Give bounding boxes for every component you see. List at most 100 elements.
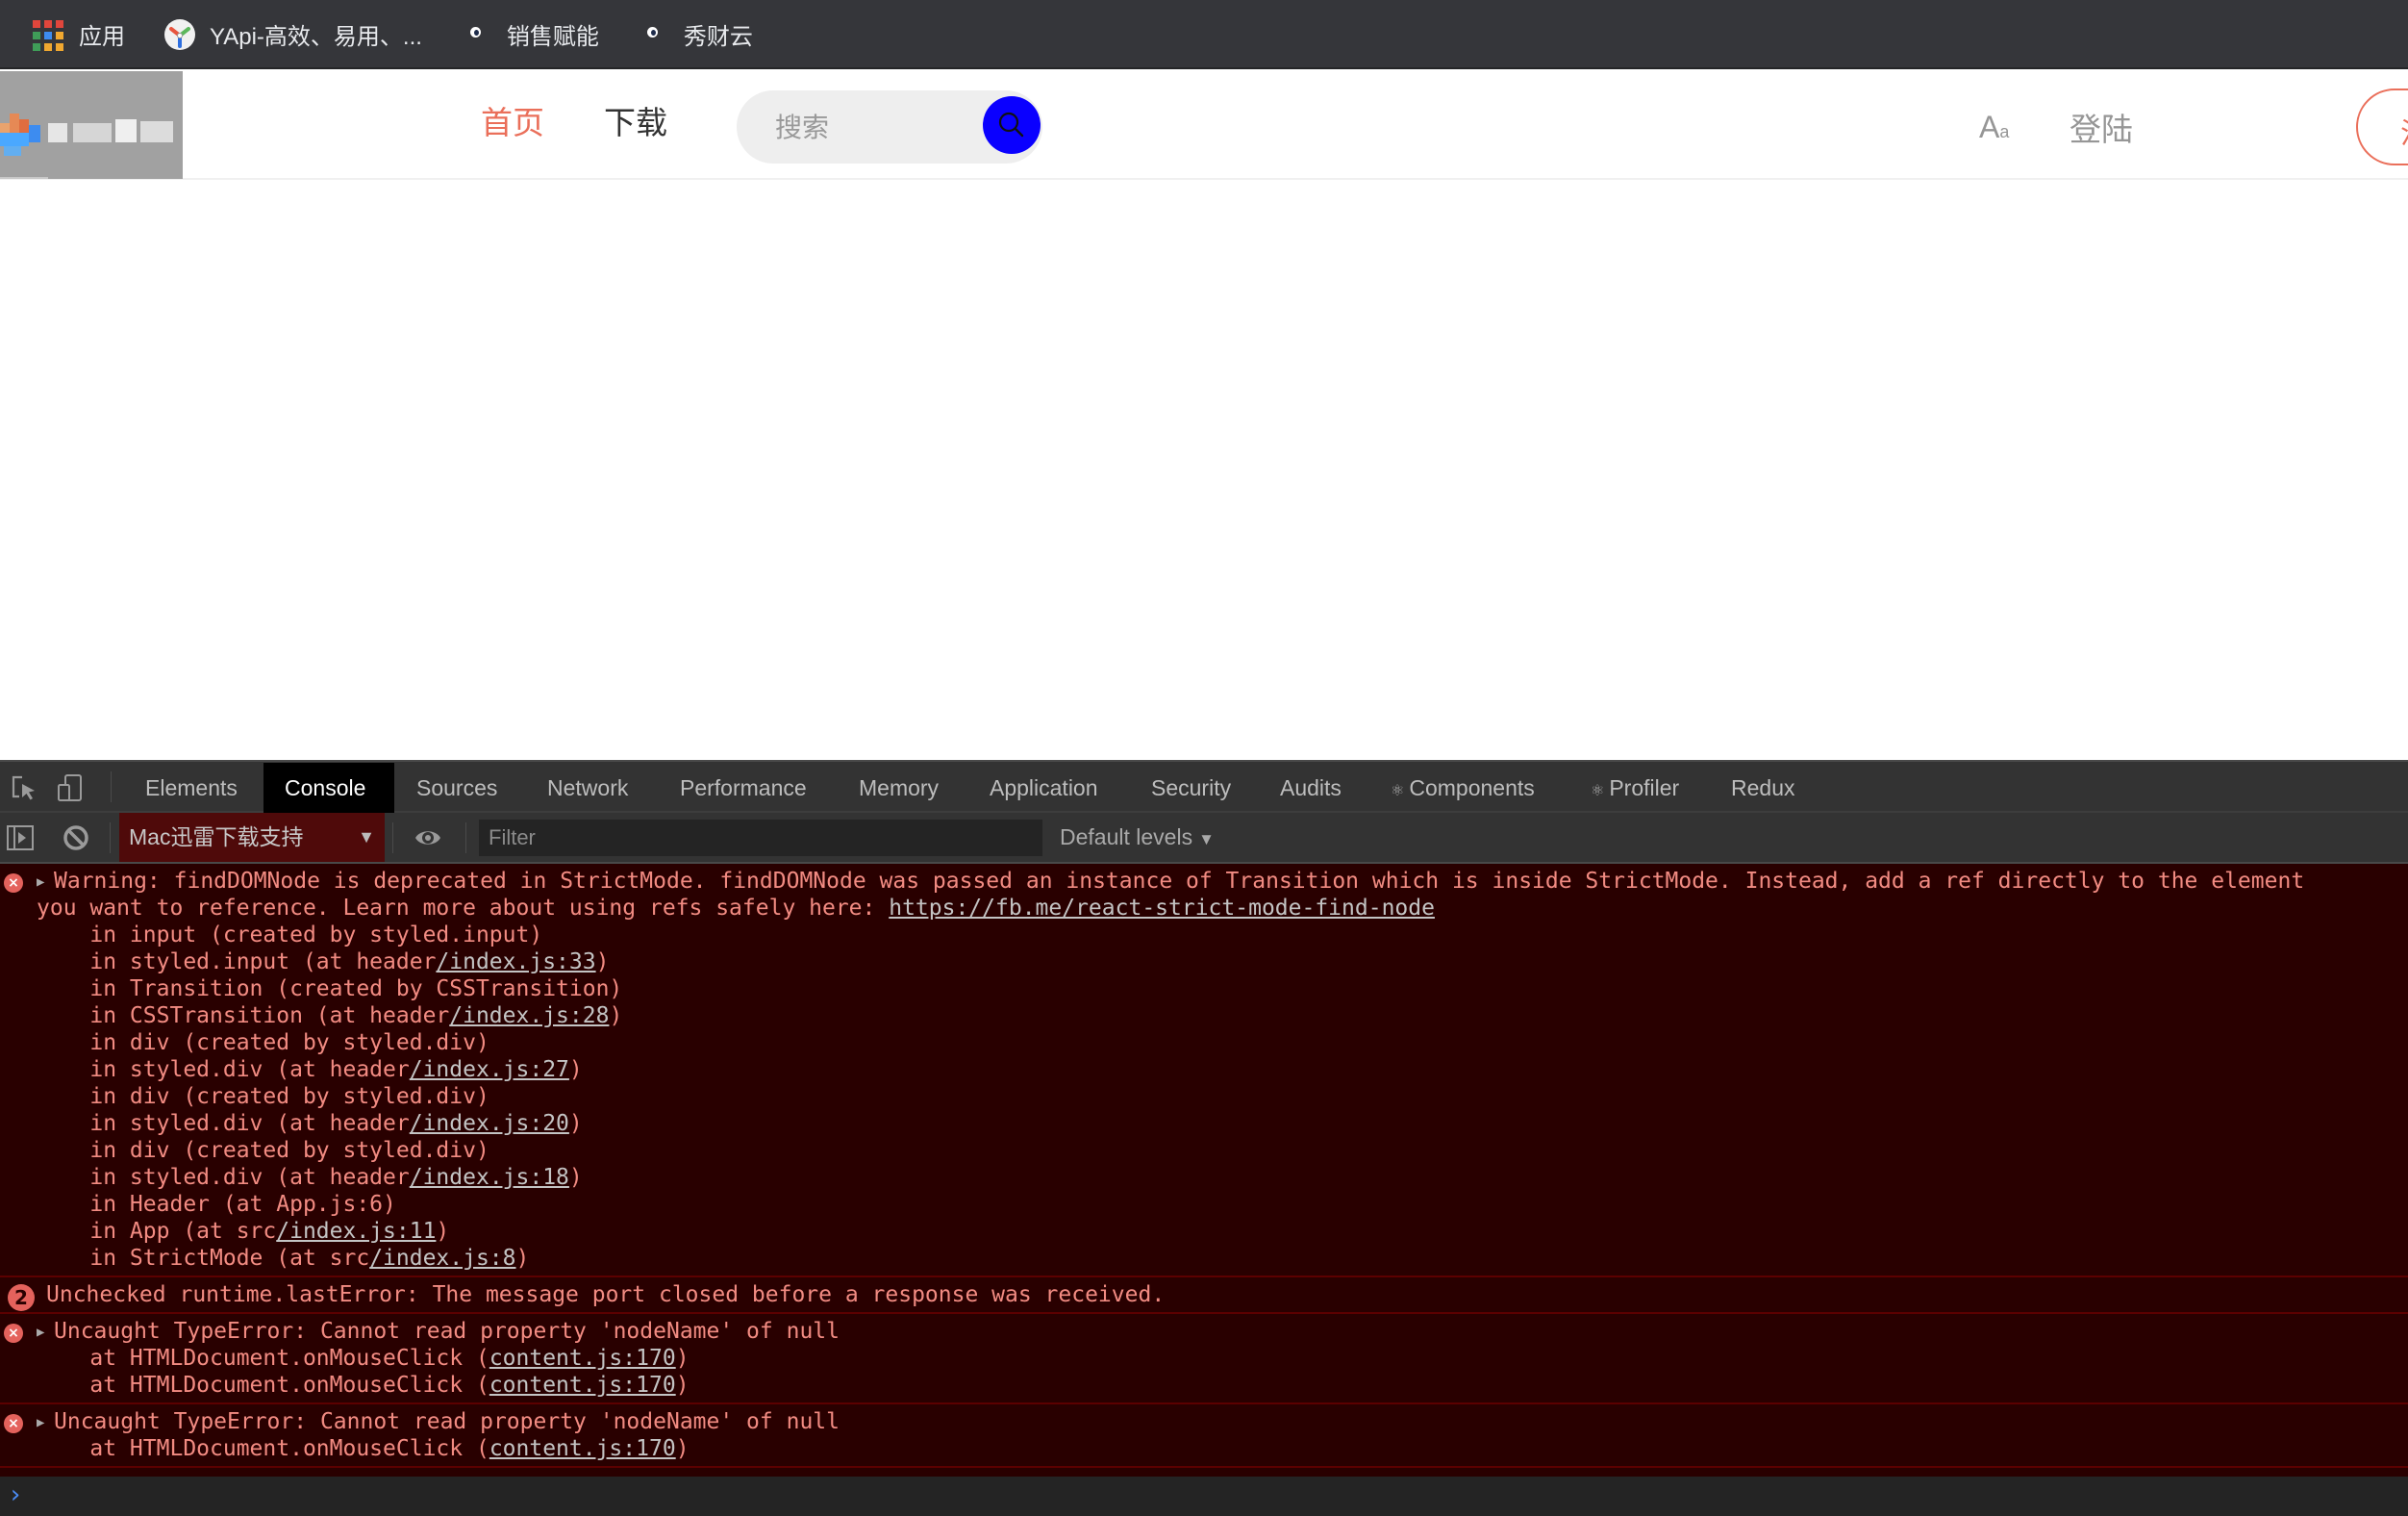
message-text: you want to reference. Learn more about … bbox=[37, 896, 890, 921]
apps-grid-icon bbox=[33, 18, 63, 51]
message-line: you want to reference. Learn more about … bbox=[0, 895, 2408, 922]
tab-label: Elements bbox=[145, 775, 238, 800]
expand-triangle-icon[interactable]: ▶ bbox=[37, 1319, 54, 1346]
bookmark-yapi[interactable]: YApi-高效、易用、... bbox=[150, 11, 436, 57]
message-text: Uncaught TypeError: Cannot read property… bbox=[54, 1319, 840, 1344]
register-button[interactable]: 注册 bbox=[2356, 88, 2408, 165]
expand-triangle-icon[interactable]: ▶ bbox=[37, 1409, 54, 1436]
font-size-toggle[interactable]: Aa bbox=[1979, 110, 2009, 145]
tab-console[interactable]: Console bbox=[263, 763, 394, 813]
react-atom-icon: ⚛ bbox=[1391, 783, 1405, 799]
console-message: × ▶ Uncaught TypeError: Cannot read proper… bbox=[0, 1314, 2408, 1404]
source-link[interactable]: /index.js:28 bbox=[449, 1003, 609, 1028]
ghost-favicon-icon bbox=[461, 18, 491, 49]
message-text: ) bbox=[568, 1111, 583, 1136]
message-text: at HTMLDocument.onMouseClick ( bbox=[37, 1346, 489, 1371]
device-toolbar-icon[interactable] bbox=[56, 773, 85, 802]
nav-home[interactable]: 首页 bbox=[481, 104, 544, 142]
message-text: in StrictMode (at src bbox=[37, 1246, 370, 1271]
source-link[interactable]: content.js:170 bbox=[489, 1373, 676, 1398]
tab-label: Application bbox=[990, 775, 1098, 800]
search-input[interactable] bbox=[775, 108, 967, 146]
context-label: Mac迅雷下载支持 bbox=[129, 824, 304, 849]
tab-audits[interactable]: Audits bbox=[1259, 763, 1363, 813]
console-message: × ▶ Uncaught TypeError: Cannot read proper… bbox=[0, 1404, 2408, 1468]
search-button[interactable] bbox=[983, 96, 1041, 154]
tab-label: Performance bbox=[680, 775, 807, 800]
bookmark-sales[interactable]: 销售赋能 bbox=[447, 11, 613, 57]
message-line: in styled.div (at header/index.js:27) bbox=[0, 1056, 2408, 1083]
dropdown-caret-icon: ▼ bbox=[358, 827, 375, 846]
context-selector[interactable]: Mac迅雷下载支持 ▼ bbox=[119, 813, 385, 862]
source-link[interactable]: https://fb.me/react-strict-mode-find-nod… bbox=[889, 896, 1435, 921]
tab-components[interactable]: ⚛ Components bbox=[1369, 763, 1556, 813]
bookmark-label: 销售赋能 bbox=[506, 23, 599, 50]
tab-memory[interactable]: Memory bbox=[838, 763, 960, 813]
font-size-icon-big: A bbox=[1979, 110, 2000, 144]
message-line: at HTMLDocument.onMouseClick (content.js… bbox=[0, 1372, 2408, 1399]
console-toolbar: Mac迅雷下载支持 ▼ Default levels ▼ bbox=[0, 813, 2408, 864]
source-link[interactable]: /index.js:27 bbox=[410, 1057, 569, 1082]
message-line: in CSSTransition (at header/index.js:28) bbox=[0, 1002, 2408, 1029]
tab-application[interactable]: Application bbox=[968, 763, 1119, 813]
message-text: ) bbox=[675, 1436, 690, 1461]
tab-performance[interactable]: Performance bbox=[659, 763, 828, 813]
divider bbox=[110, 822, 111, 853]
devtools-tabbar: Elements Console Sources Network Perform… bbox=[0, 760, 2408, 813]
inspect-element-icon[interactable] bbox=[10, 773, 38, 802]
source-link[interactable]: content.js:170 bbox=[489, 1436, 676, 1461]
bookmark-apps[interactable]: 应用 bbox=[19, 11, 138, 57]
repeat-count-badge: 2 bbox=[8, 1284, 35, 1311]
tab-profiler[interactable]: ⚛ Profiler bbox=[1569, 763, 1700, 813]
clear-console-icon[interactable] bbox=[62, 823, 90, 852]
message-text: in div (created by styled.div) bbox=[37, 1138, 489, 1163]
tab-label: Memory bbox=[859, 775, 940, 800]
message-text: ) bbox=[595, 949, 610, 974]
tab-label: Audits bbox=[1280, 775, 1342, 800]
dropdown-caret-icon: ▼ bbox=[1198, 830, 1215, 848]
tab-label: Console bbox=[285, 775, 366, 800]
source-link[interactable]: /index.js:11 bbox=[276, 1219, 436, 1244]
source-link[interactable]: /index.js:20 bbox=[410, 1111, 569, 1136]
nav-download[interactable]: 下载 bbox=[604, 104, 667, 142]
site-logo[interactable] bbox=[0, 71, 183, 179]
divider bbox=[111, 771, 112, 802]
source-link[interactable]: /index.js:8 bbox=[369, 1246, 515, 1271]
tab-sources[interactable]: Sources bbox=[395, 763, 518, 813]
tab-elements[interactable]: Elements bbox=[124, 763, 259, 813]
source-link[interactable]: /index.js:33 bbox=[436, 949, 595, 974]
message-text: at HTMLDocument.onMouseClick ( bbox=[37, 1373, 489, 1398]
bookmark-label: YApi-高效、易用、... bbox=[210, 23, 422, 50]
tab-label: Profiler bbox=[1609, 775, 1680, 800]
message-text: in styled.div (at header bbox=[37, 1057, 410, 1082]
tab-network[interactable]: Network bbox=[526, 763, 649, 813]
login-link[interactable]: 登陆 bbox=[2069, 104, 2133, 150]
console-message: × ▶ Warning: findDOMNode is deprecated in … bbox=[0, 864, 2408, 1277]
live-expression-eye-icon[interactable] bbox=[414, 823, 442, 852]
message-text: in Header (at App.js:6) bbox=[37, 1192, 396, 1217]
prompt-chevron-icon: › bbox=[8, 1480, 23, 1509]
message-line: in Header (at App.js:6) bbox=[0, 1191, 2408, 1218]
message-line: in App (at src/index.js:11) bbox=[0, 1218, 2408, 1245]
log-levels-dropdown[interactable]: Default levels ▼ bbox=[1060, 813, 1215, 862]
message-line: in div (created by styled.div) bbox=[0, 1083, 2408, 1110]
console-prompt: › bbox=[0, 1477, 2408, 1516]
message-line: in div (created by styled.div) bbox=[0, 1029, 2408, 1056]
show-sidebar-icon[interactable] bbox=[6, 823, 35, 852]
error-icon: × bbox=[4, 1324, 23, 1343]
bookmark-xiucaiyun[interactable]: 秀财云 bbox=[624, 11, 766, 57]
search-box bbox=[737, 90, 1042, 164]
message-text: in div (created by styled.div) bbox=[37, 1030, 489, 1055]
source-link[interactable]: content.js:170 bbox=[489, 1346, 676, 1371]
expand-triangle-icon[interactable]: ▶ bbox=[37, 869, 54, 896]
filter-input[interactable] bbox=[479, 820, 1042, 856]
tab-redux[interactable]: Redux bbox=[1710, 763, 1816, 813]
tab-security[interactable]: Security bbox=[1130, 763, 1252, 813]
tab-label: Components bbox=[1409, 775, 1535, 800]
message-line: at HTMLDocument.onMouseClick (content.js… bbox=[0, 1345, 2408, 1372]
message-text: ) bbox=[675, 1346, 690, 1371]
console-input[interactable] bbox=[35, 1480, 2343, 1511]
source-link[interactable]: /index.js:18 bbox=[410, 1165, 569, 1190]
message-line: ▶ Uncaught TypeError: Cannot read propert… bbox=[0, 1318, 2408, 1345]
message-line: in div (created by styled.div) bbox=[0, 1137, 2408, 1164]
